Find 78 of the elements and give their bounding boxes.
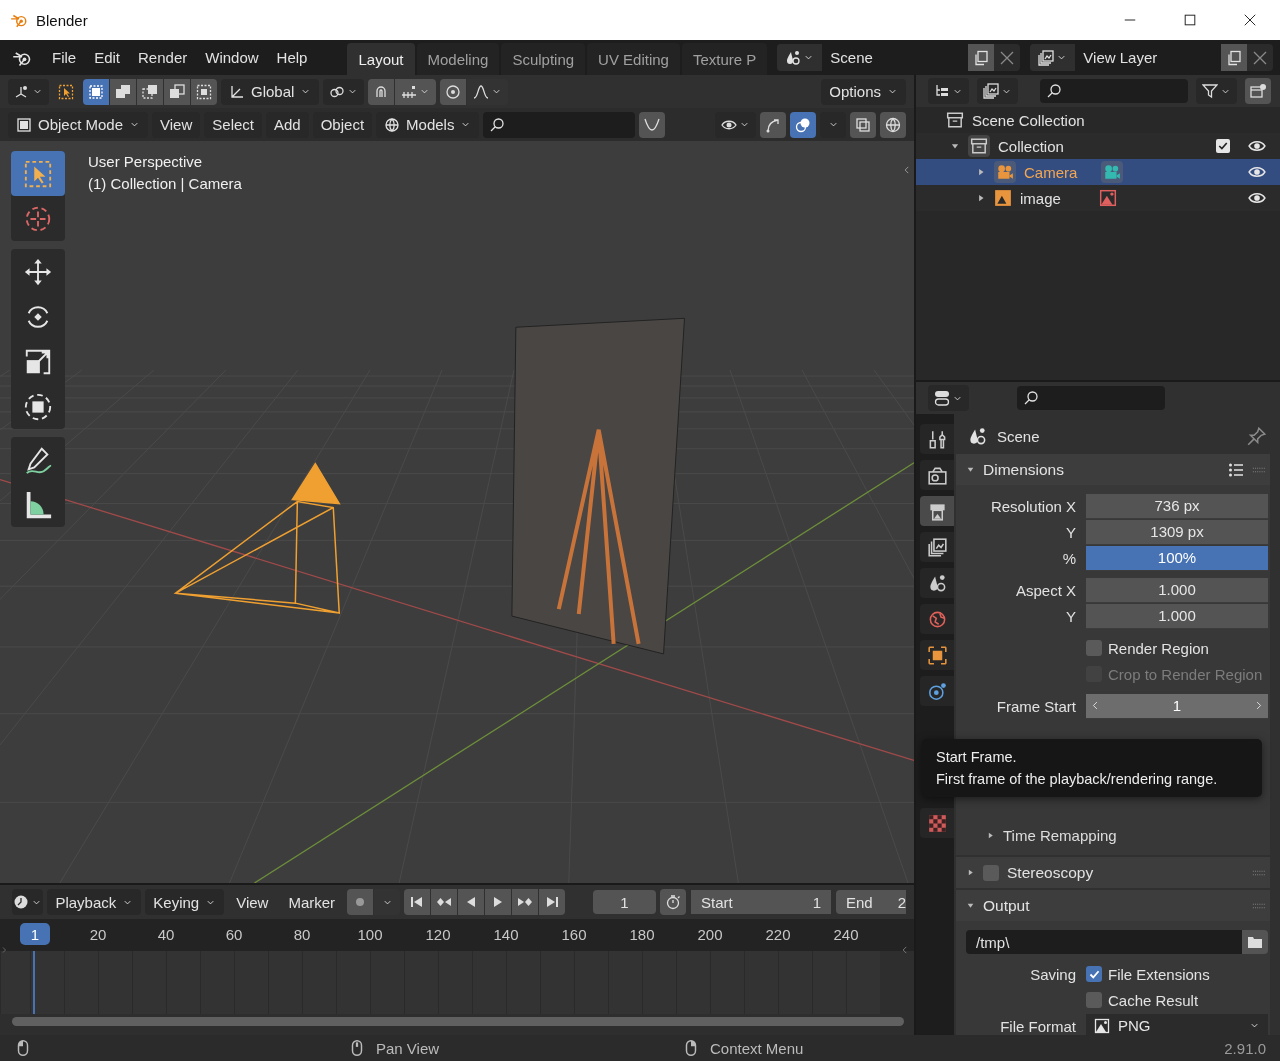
- frame-tick-label: 20: [89, 926, 107, 943]
- number-field[interactable]: 736 px: [1086, 493, 1268, 519]
- frame-tick-label: 80: [293, 926, 311, 943]
- subpanel-title[interactable]: Time Remapping: [1003, 826, 1117, 844]
- workspace-tab[interactable]: Sculpting: [501, 43, 586, 75]
- workspace-tab[interactable]: Layout: [347, 43, 415, 75]
- frame-tick-label: 120: [425, 926, 451, 943]
- tooltip-title: Start Frame.: [936, 749, 1018, 765]
- number-field[interactable]: 1309 px: [1086, 519, 1268, 545]
- outliner-item[interactable]: Collection: [998, 137, 1064, 155]
- panel-title[interactable]: Output: [983, 896, 1030, 915]
- checkbox-label[interactable]: Render Region: [1108, 639, 1209, 657]
- menu-item[interactable]: Help: [268, 45, 316, 70]
- number-field[interactable]: 1.000: [1086, 577, 1268, 603]
- view-context: (1) Collection | Camera: [88, 175, 242, 192]
- status-hint: Context Menu: [710, 1039, 804, 1057]
- menu-item[interactable]: File: [44, 45, 85, 70]
- start-label: Start: [701, 893, 733, 911]
- orientation-dropdown[interactable]: Global: [221, 78, 320, 105]
- menu-item[interactable]: Window: [197, 45, 267, 70]
- current-frame-field[interactable]: 1: [593, 890, 656, 914]
- field-label: Saving: [1030, 965, 1076, 983]
- number-field[interactable]: 1.000: [1086, 603, 1268, 629]
- menu-item[interactable]: Edit: [86, 45, 129, 70]
- view-layer-field[interactable]: View Layer: [1075, 44, 1222, 71]
- frame-tick-label: 60: [225, 926, 243, 943]
- mode-dropdown[interactable]: Object Mode: [8, 111, 149, 138]
- outliner-item[interactable]: Camera: [1024, 163, 1078, 181]
- workspace-tab[interactable]: Texture P: [681, 43, 768, 75]
- view-menu-item[interactable]: Object: [312, 111, 373, 138]
- menu-item[interactable]: Render: [130, 45, 196, 70]
- slider-field[interactable]: 100%: [1086, 545, 1268, 571]
- end-label: End: [846, 893, 873, 911]
- start-frame-value[interactable]: 1: [812, 893, 821, 911]
- view-menu-item[interactable]: Add: [266, 111, 309, 138]
- field-label: File Format: [1000, 1017, 1076, 1035]
- field-label: Y: [1066, 607, 1076, 625]
- collection-dropdown[interactable]: Models: [376, 111, 480, 138]
- panel-title[interactable]: Dimensions: [983, 460, 1064, 479]
- end-frame-value[interactable]: 2: [897, 893, 906, 911]
- status-hint: Pan View: [376, 1039, 440, 1057]
- frame-tick-label: 240: [833, 926, 859, 943]
- checkbox-label[interactable]: Cache Result: [1108, 991, 1199, 1009]
- checkbox-label[interactable]: File Extensions: [1108, 965, 1210, 983]
- timeline-menu-item[interactable]: View: [228, 889, 277, 915]
- frame-start-field[interactable]: 1: [1086, 693, 1268, 719]
- timeline-menu-item[interactable]: Playback: [47, 889, 142, 915]
- tooltip-text: First frame of the playback/rendering range.: [936, 771, 1219, 787]
- version-label: 2.91.0: [1224, 1039, 1266, 1057]
- frame-tick-label: 180: [629, 926, 655, 943]
- window-title: Blender: [36, 11, 88, 29]
- context-label: Scene: [997, 427, 1040, 445]
- frame-tick-label: 200: [697, 926, 723, 943]
- frame-tick-label: 100: [357, 926, 383, 943]
- options-dropdown[interactable]: Options: [821, 78, 906, 105]
- view-name: User Perspective: [88, 153, 204, 170]
- outliner-item[interactable]: Scene Collection: [972, 111, 1085, 129]
- field-label: Resolution X: [990, 497, 1076, 515]
- workspace-tab[interactable]: UV Editing: [587, 43, 680, 75]
- field-label: Y: [1066, 523, 1076, 541]
- frame-tick-label: 220: [765, 926, 791, 943]
- field-label: Aspect X: [1015, 581, 1076, 599]
- frame-tick-label: 140: [493, 926, 519, 943]
- timeline-menu-item[interactable]: Keying: [145, 889, 225, 915]
- field-label: %: [1062, 549, 1076, 567]
- view-menu-item[interactable]: View: [152, 111, 201, 138]
- timeline-menu-item[interactable]: Marker: [280, 889, 344, 915]
- workspace-tab[interactable]: Modeling: [416, 43, 500, 75]
- outliner-item[interactable]: image: [1020, 189, 1061, 207]
- view-menu-item[interactable]: Select: [204, 111, 262, 138]
- frame-tick-label: 160: [561, 926, 587, 943]
- panel-title[interactable]: Stereoscopy: [1007, 863, 1094, 882]
- current-frame-marker[interactable]: 1: [20, 923, 50, 945]
- field-label: Frame Start: [996, 697, 1076, 715]
- output-path-field[interactable]: /tmp\: [966, 930, 1242, 954]
- scene-field[interactable]: Scene: [822, 44, 969, 71]
- file-format-dropdown[interactable]: PNG: [1086, 1013, 1268, 1035]
- frame-tick-label: 40: [157, 926, 175, 943]
